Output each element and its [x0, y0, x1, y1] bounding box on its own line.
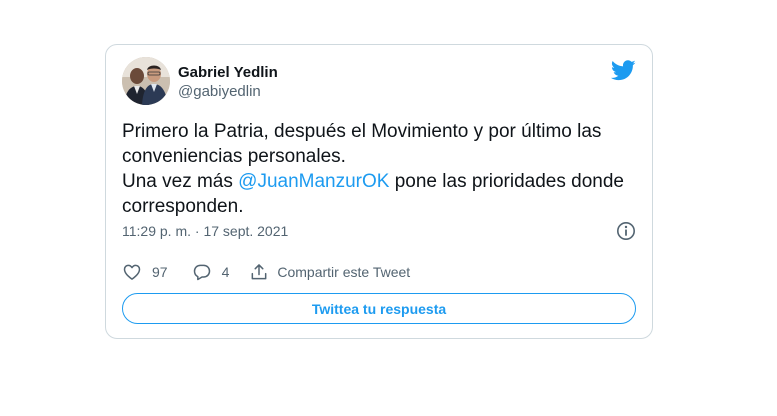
like-button[interactable]: 97 — [122, 262, 168, 282]
author-block[interactable]: Gabriel Yedlin @gabiyedlin — [178, 63, 278, 102]
share-button[interactable]: Compartir este Tweet — [249, 262, 410, 282]
info-icon[interactable] — [616, 221, 636, 241]
page: Gabriel Yedlin @gabiyedlin Primero la Pa… — [0, 0, 777, 416]
avatar[interactable] — [122, 57, 170, 105]
reply-compose-label: Twittea tu respuesta — [311, 300, 447, 317]
heart-icon — [123, 264, 141, 280]
share-label: Compartir este Tweet — [277, 264, 411, 280]
author-name[interactable]: Gabriel Yedlin — [178, 63, 278, 83]
share-icon — [251, 264, 267, 280]
mention-link[interactable]: @JuanManzurOK — [238, 171, 389, 192]
timestamp[interactable]: 11:29 p. m. · 17 sept. 2021 — [122, 222, 288, 240]
twitter-bird-icon[interactable] — [610, 60, 636, 81]
reply-count: 4 — [221, 264, 230, 280]
tweet-card[interactable]: Gabriel Yedlin @gabiyedlin Primero la Pa… — [105, 44, 653, 339]
author-handle[interactable]: @gabiyedlin — [178, 82, 278, 102]
tweet-text-line2-start: Una vez más — [122, 171, 239, 192]
reply-button[interactable]: 4 — [192, 262, 230, 282]
tweet-text: Primero la Patria, después el Movimiento… — [122, 119, 632, 219]
reply-compose-button[interactable]: Twittea tu respuesta — [122, 293, 636, 324]
tweet-text-line1: Primero la Patria, después el Movimiento… — [122, 121, 602, 167]
like-count: 97 — [152, 264, 168, 280]
comment-icon — [193, 264, 210, 281]
avatar-photo — [122, 57, 170, 105]
action-bar: 97 4 Compartir este Tweet — [122, 261, 410, 283]
